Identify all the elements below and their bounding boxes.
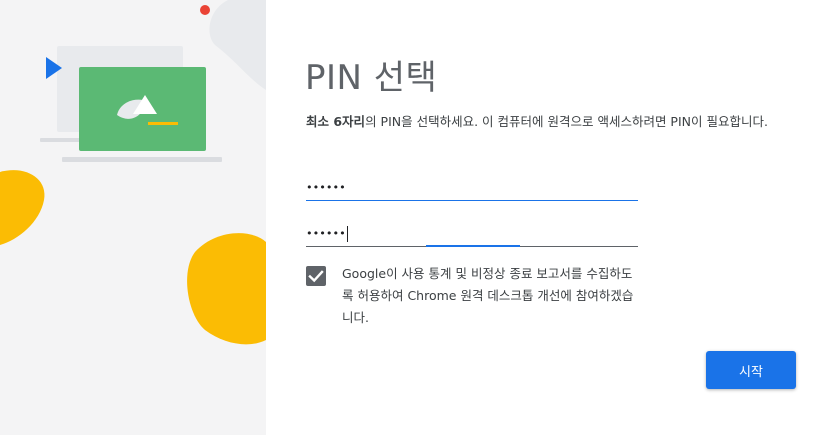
pin-description: 최소 6자리의 PIN을 선택하세요. 이 컴퓨터에 원격으로 액세스하려면 P…: [306, 111, 796, 133]
pin-confirm-input-value: ••••••: [306, 227, 346, 240]
pin-requirement: 최소 6자리: [306, 114, 366, 129]
check-icon: [308, 270, 324, 283]
pin-input-value: ••••••: [306, 181, 346, 194]
illustration-panel: [0, 0, 266, 435]
start-button[interactable]: 시작: [706, 351, 796, 389]
consent-checkbox[interactable]: [306, 266, 326, 286]
computer-illustration: [0, 0, 266, 345]
text-caret: [346, 226, 348, 242]
pin-confirm-input[interactable]: ••••••: [306, 222, 638, 247]
pin-setup-dialog: PIN 선택 최소 6자리의 PIN을 선택하세요. 이 컴퓨터에 원격으로 액…: [0, 0, 830, 435]
pin-input[interactable]: ••••••: [306, 176, 638, 201]
consent-label: Google이 사용 통계 및 비정상 종료 보고서를 수집하도록 허용하여 C…: [342, 266, 634, 325]
pin-description-text: 의 PIN을 선택하세요. 이 컴퓨터에 원격으로 액세스하려면 PIN이 필요…: [365, 114, 768, 129]
input-focus-indicator: [426, 245, 520, 247]
page-title: PIN 선택: [305, 58, 438, 98]
